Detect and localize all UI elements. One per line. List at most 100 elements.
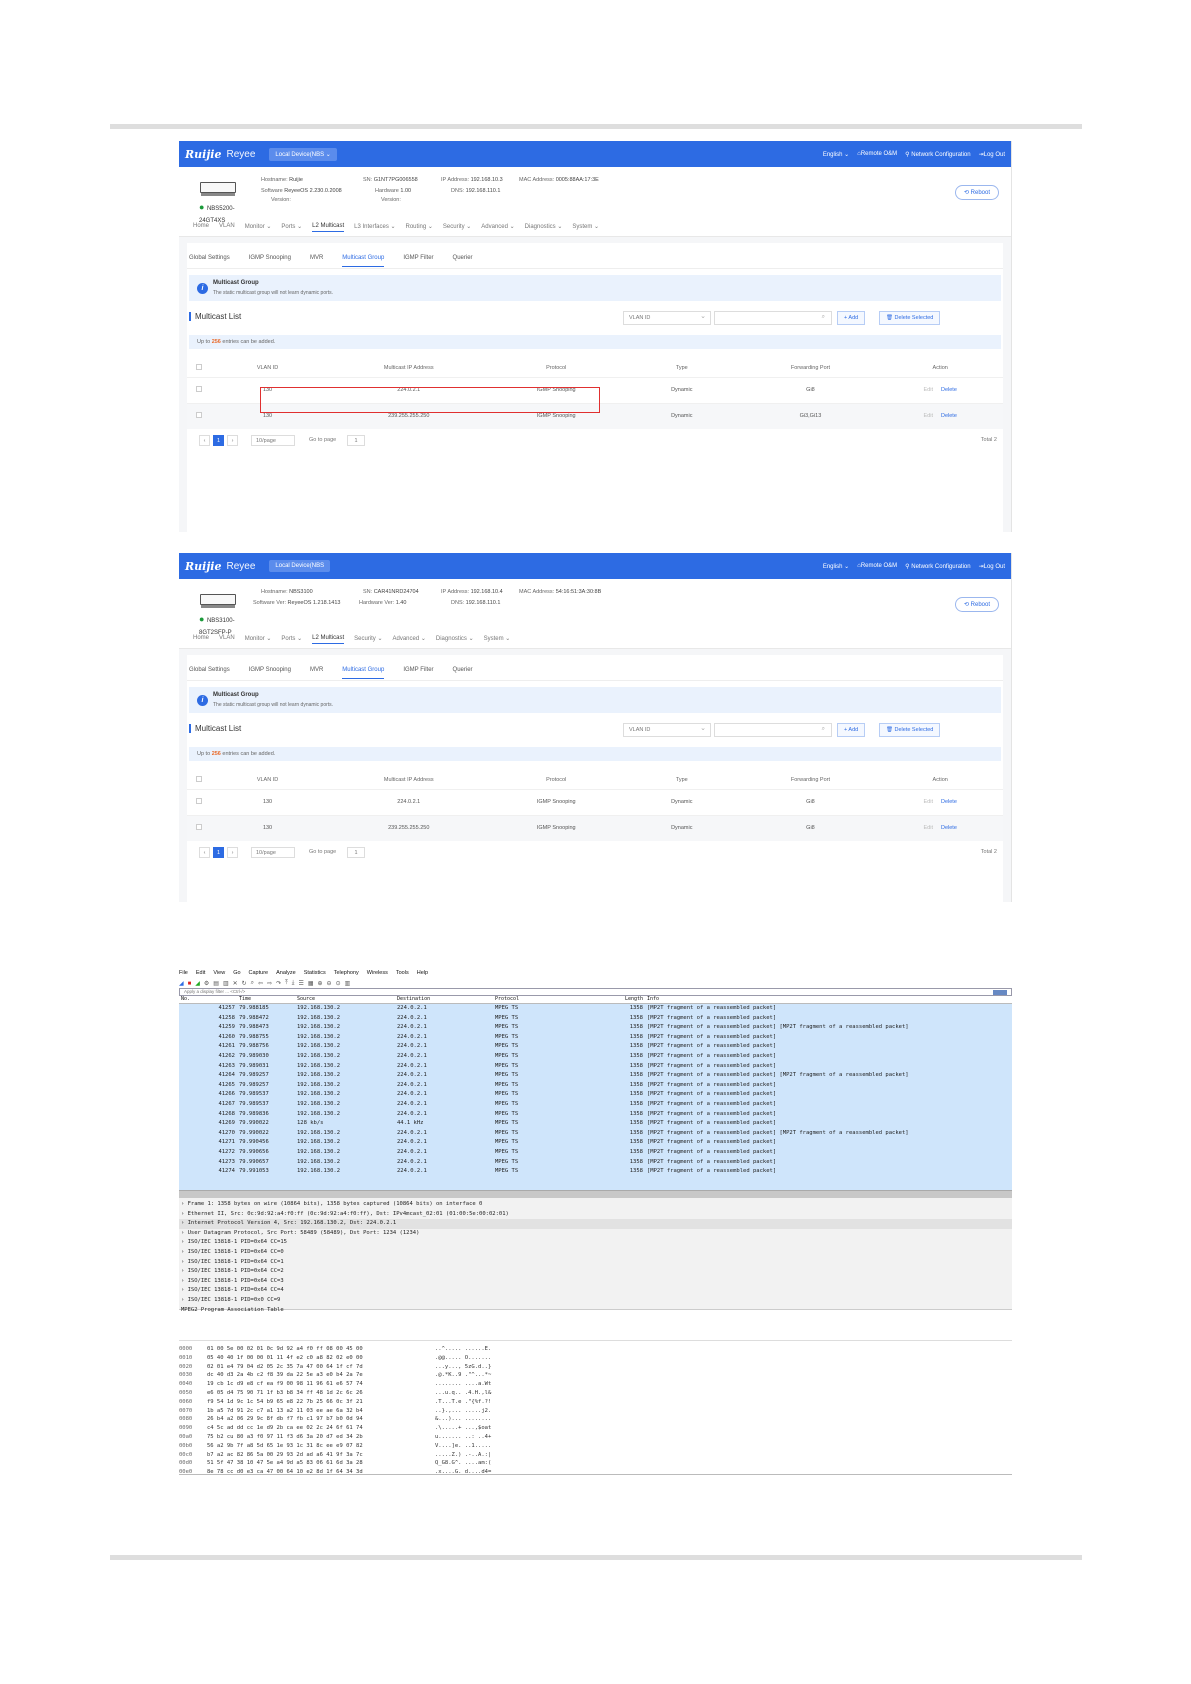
goto-icon[interactable]: ↷	[276, 980, 282, 987]
column-header[interactable]: Length	[587, 996, 643, 1003]
nav-item[interactable]: L3 Interfaces ⌄	[354, 223, 395, 232]
page-size-select[interactable]: 10/page	[251, 435, 295, 446]
nav-item[interactable]: L2 Multicast	[312, 635, 345, 644]
vlan-filter-select[interactable]: VLAN ID	[623, 311, 711, 325]
column-header[interactable]: Time	[235, 996, 297, 1003]
save-icon[interactable]: ▥	[223, 980, 230, 987]
nav-item[interactable]: Ports ⌄	[281, 635, 302, 644]
nav-item[interactable]: VLAN	[219, 223, 235, 232]
tab-item[interactable]: MVR	[310, 667, 323, 680]
reload-icon[interactable]: ↻	[242, 980, 248, 987]
options-icon[interactable]: ⚙	[204, 980, 210, 987]
delete-selected-button[interactable]: 🗑 Delete Selected	[879, 311, 941, 325]
select-all-checkbox[interactable]	[187, 771, 210, 789]
packet-row[interactable]: 41262 79.989030 192.168.130.2 224.0.2.1 MPEG…	[179, 1052, 1012, 1062]
search-input[interactable]: ⌕	[714, 311, 832, 325]
nav-item[interactable]: Security ⌄	[443, 223, 471, 232]
column-header[interactable]: Info	[643, 996, 1012, 1003]
checkbox[interactable]	[195, 386, 202, 392]
detail-line[interactable]: › ISO/IEC 13818-1 PID=0x0 CC=9	[179, 1296, 1012, 1306]
nav-item[interactable]: Advanced ⌄	[481, 223, 514, 232]
last-icon[interactable]: ⤓	[292, 980, 296, 987]
packet-list[interactable]: 41257 79.988185 192.168.130.2 224.0.2.1 MPEG…	[179, 1004, 1012, 1190]
nav-item[interactable]: Monitor ⌄	[245, 223, 272, 232]
menu-item[interactable]: Statistics	[304, 970, 326, 979]
add-button[interactable]: + Add	[837, 311, 866, 325]
nav-item[interactable]: Routing ⌄	[406, 223, 433, 232]
stop-icon[interactable]: ■	[188, 981, 193, 987]
tab-item[interactable]: Querier	[453, 255, 473, 268]
tab-item[interactable]: IGMP Filter	[403, 667, 433, 680]
tab-item[interactable]: MVR	[310, 255, 323, 268]
autoscroll-icon[interactable]: ☰	[298, 980, 304, 987]
tab-item[interactable]: IGMP Filter	[403, 255, 433, 268]
detail-line[interactable]: › ISO/IEC 13818-1 PID=0x64 CC=4	[179, 1286, 1012, 1296]
nav-item[interactable]: Ports ⌄	[281, 223, 302, 232]
checkbox[interactable]	[195, 412, 202, 419]
menu-item[interactable]: Analyze	[276, 970, 296, 979]
goto-input[interactable]: 1	[347, 847, 365, 858]
detail-line[interactable]: › ISO/IEC 13818-1 PID=0x64 CC=2	[179, 1267, 1012, 1277]
nav-item[interactable]: Diagnostics ⌄	[436, 635, 474, 644]
tab-item[interactable]: Multicast Group	[342, 255, 385, 267]
detail-line[interactable]: › ISO/IEC 13818-1 PID=0x64 CC=1	[179, 1258, 1012, 1268]
tab-item[interactable]: Global Settings	[189, 667, 230, 680]
menu-item[interactable]: Go	[233, 970, 240, 979]
column-header[interactable]: Source	[297, 996, 397, 1003]
tab-item[interactable]: IGMP Snooping	[249, 255, 291, 268]
edit-link[interactable]: Edit	[924, 387, 933, 393]
tab-item[interactable]: Multicast Group	[342, 667, 385, 679]
column-header[interactable]: Protocol	[495, 996, 587, 1003]
menu-item[interactable]: View	[213, 970, 225, 979]
search-input[interactable]: ⌕	[714, 723, 832, 737]
edit-link[interactable]: Edit	[924, 413, 933, 419]
detail-line[interactable]: › ISO/IEC 13818-1 PID=0x64 CC=15	[179, 1238, 1012, 1248]
menu-item[interactable]: Telephony	[334, 970, 359, 979]
delete-link[interactable]: Delete	[941, 387, 957, 393]
menu-item[interactable]: File	[179, 970, 188, 979]
packet-row[interactable]: 41271 79.990456 192.168.130.2 224.0.2.1 MPEG…	[179, 1138, 1012, 1148]
logout-link[interactable]: ⇥Log Out	[979, 151, 1005, 158]
packet-row[interactable]: 41270 79.990022 192.168.130.2 224.0.2.1 MPEG…	[179, 1129, 1012, 1139]
detail-line[interactable]: › ISO/IEC 13818-1 PID=0x64 CC=0	[179, 1248, 1012, 1258]
packet-row[interactable]: 41269 79.990022 128 kb/s 44.1 kHz MPEG TS 135…	[179, 1119, 1012, 1129]
colorize-icon[interactable]: ▦	[308, 980, 315, 987]
packet-row[interactable]: 41260 79.988755 192.168.130.2 224.0.2.1 MPEG…	[179, 1033, 1012, 1043]
restart-icon[interactable]: ◢	[195, 980, 201, 987]
detail-line[interactable]: › Frame 1: 1358 bytes on wire (10864 bit…	[179, 1200, 1012, 1210]
reboot-button[interactable]: ⟲ Reboot	[954, 597, 999, 612]
nav-item[interactable]: Home	[193, 635, 209, 644]
open-icon[interactable]: ▤	[213, 980, 220, 987]
packet-row[interactable]: 41272 79.990656 192.168.130.2 224.0.2.1 MPEG…	[179, 1148, 1012, 1158]
next-page-button[interactable]: ›	[227, 847, 238, 858]
packet-row[interactable]: 41266 79.989537 192.168.130.2 224.0.2.1 MPEG…	[179, 1090, 1012, 1100]
detail-line[interactable]: › Ethernet II, Src: 0c:9d:92:a4:f0:ff (0…	[179, 1210, 1012, 1220]
nav-item[interactable]: Home	[193, 223, 209, 232]
tab-item[interactable]: IGMP Snooping	[249, 667, 291, 680]
search-icon[interactable]: ⌕	[822, 726, 825, 733]
device-selector[interactable]: Local Device(NBS	[269, 560, 331, 572]
vlan-filter-select[interactable]: VLAN ID	[623, 723, 711, 737]
network-config-link[interactable]: ⚲ Network Configuration	[905, 563, 970, 570]
tab-item[interactable]: Global Settings	[189, 255, 230, 268]
packet-row[interactable]: 41264 79.989257 192.168.130.2 224.0.2.1 MPEG…	[179, 1071, 1012, 1081]
remote-om-link[interactable]: ⌂Remote O&M	[857, 563, 897, 569]
select-all-checkbox[interactable]	[187, 359, 210, 377]
resize-columns-icon[interactable]: ▥	[345, 980, 352, 987]
edit-link[interactable]: Edit	[924, 799, 933, 805]
row-checkbox[interactable]	[187, 402, 210, 429]
packet-row[interactable]: 41263 79.989031 192.168.130.2 224.0.2.1 MPEG…	[179, 1062, 1012, 1072]
nav-item[interactable]: System ⌄	[484, 635, 511, 644]
zoom-reset-icon[interactable]: ⊙	[336, 980, 342, 987]
prev-page-button[interactable]: ‹	[199, 435, 210, 446]
forward-icon[interactable]: ⇨	[267, 980, 273, 987]
packet-row[interactable]: 41268 79.989836 192.168.130.2 224.0.2.1 MPEG…	[179, 1110, 1012, 1120]
goto-input[interactable]: 1	[347, 435, 365, 446]
zoom-in-icon[interactable]: ⊕	[318, 980, 324, 987]
shark-fin-icon[interactable]: ◢	[179, 980, 185, 987]
detail-line[interactable]: › ISO/IEC 13818-1 PID=0x64 CC=3	[179, 1277, 1012, 1287]
reboot-button[interactable]: ⟲ Reboot	[954, 185, 999, 200]
packet-row[interactable]: 41273 79.990657 192.168.130.2 224.0.2.1 MPEG…	[179, 1158, 1012, 1168]
packet-row[interactable]: 41267 79.989537 192.168.130.2 224.0.2.1 MPEG…	[179, 1100, 1012, 1110]
nav-item[interactable]: Advanced ⌄	[393, 635, 426, 644]
